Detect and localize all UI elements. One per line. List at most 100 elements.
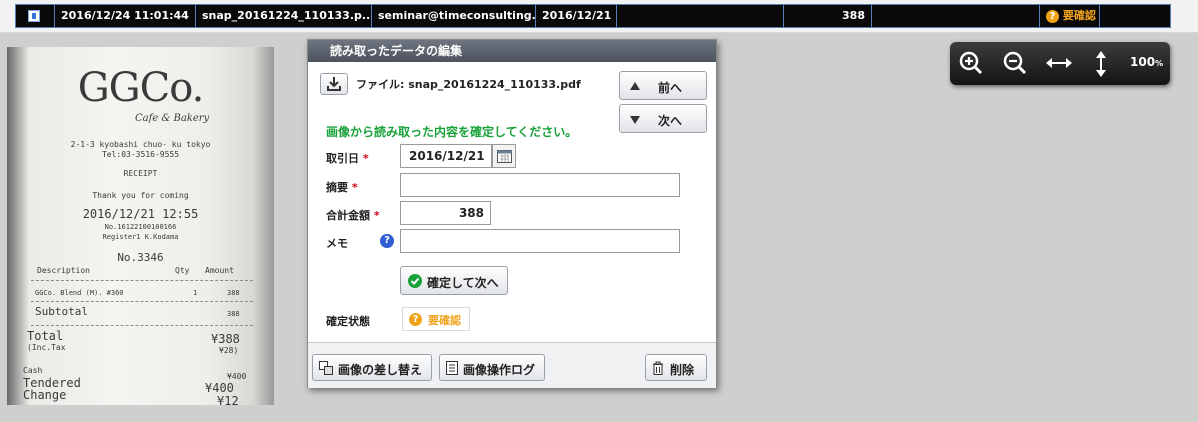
fit-width-button[interactable] xyxy=(1044,50,1074,76)
memo-input[interactable] xyxy=(400,229,680,253)
download-icon xyxy=(327,77,341,91)
fit-height-icon xyxy=(1096,51,1106,77)
summary-label-text: 摘要 xyxy=(326,181,348,194)
delete-button[interactable]: 削除 xyxy=(645,354,707,381)
zoom-level-unit: % xyxy=(1155,59,1164,68)
receipt-item-name: GGCo. Blend (M). #360 xyxy=(35,289,124,297)
receipt-label: RECEIPT xyxy=(123,169,158,178)
zoom-out-icon xyxy=(1003,51,1027,75)
receipt-total-label: Total xyxy=(27,329,64,343)
row-select-cell[interactable] xyxy=(16,5,54,27)
fit-height-button[interactable] xyxy=(1091,50,1111,77)
zoom-level-button[interactable]: 100% xyxy=(1130,55,1166,81)
total-label-text: 合計金額 xyxy=(326,209,370,222)
receipt-divider xyxy=(31,301,253,302)
zoom-in-icon xyxy=(959,51,983,75)
question-icon: ? xyxy=(1046,9,1059,23)
cell-date: 2016/12/21 xyxy=(535,5,616,27)
date-input[interactable]: 2016/12/21 xyxy=(400,144,492,168)
trash-icon xyxy=(653,361,663,375)
prev-button[interactable]: 前へ xyxy=(619,71,707,100)
fit-width-icon xyxy=(1046,58,1072,68)
zoom-level-value: 100 xyxy=(1130,55,1156,69)
document-icon xyxy=(28,10,40,22)
receipt-thanks: Thank you for coming xyxy=(92,191,189,200)
dialog-footer: 画像の差し替え 画像操作ログ 削除 xyxy=(308,342,716,388)
table-row[interactable]: 2016/12/24 11:01:44 snap_20161224_110133… xyxy=(15,4,1171,28)
receipt-col-qty: Qty xyxy=(175,266,190,275)
next-button[interactable]: 次へ xyxy=(619,104,707,133)
memo-label: メモ xyxy=(326,237,348,250)
replace-image-button[interactable]: 画像の差し替え xyxy=(312,354,432,381)
receipt-item-qty: 1 xyxy=(193,289,198,297)
receipt-tel: Tel:03-3516-9555 xyxy=(101,150,180,159)
receipt-item-amount: 388 xyxy=(227,289,240,297)
download-button[interactable] xyxy=(320,73,348,95)
cell-empty-2 xyxy=(871,5,1039,27)
status-text: 要確認 xyxy=(1062,9,1096,22)
cell-amount: 388 xyxy=(783,5,871,27)
table-area: 2016/12/24 11:01:44 snap_20161224_110133… xyxy=(0,0,1198,33)
receipt-divider xyxy=(31,325,253,326)
status-badge-text: 要確認 xyxy=(428,314,461,327)
receipt-number: No.16122100100166 xyxy=(104,223,177,231)
calendar-button[interactable] xyxy=(492,144,516,168)
receipt-subtotal-value: 388 xyxy=(227,310,240,318)
cell-datetime: 2016/12/24 11:01:44 xyxy=(54,5,195,27)
triangle-down-icon xyxy=(630,116,640,124)
zoom-toolbar: 100% xyxy=(950,42,1170,85)
required-mark: * xyxy=(373,209,380,222)
receipt-total-sub: (Inc.Tax xyxy=(27,343,66,352)
confirm-next-button[interactable]: 確定して次へ xyxy=(400,266,508,295)
image-log-button[interactable]: 画像操作ログ xyxy=(439,354,545,381)
cell-email: seminar@timeconsulting.jp xyxy=(371,5,535,27)
cell-empty-3 xyxy=(1099,5,1170,27)
summary-label: 摘要 * xyxy=(326,179,358,195)
delete-label: 削除 xyxy=(670,363,695,377)
receipt-total-tax: ¥28) xyxy=(219,346,239,355)
help-icon[interactable]: ? xyxy=(380,234,394,248)
receipt-change-label: Change xyxy=(23,388,67,402)
triangle-up-icon xyxy=(630,82,640,90)
confirm-next-label: 確定して次へ xyxy=(427,276,499,290)
status-badge: ? 要確認 xyxy=(402,307,470,331)
receipt-logo-sub: Cafe & Bakery xyxy=(135,113,210,124)
receipt-subtotal-label: Subtotal xyxy=(35,305,88,318)
receipt-cash-value: ¥400 xyxy=(227,372,247,381)
receipt-col-amount: Amount xyxy=(205,266,234,275)
question-icon: ? xyxy=(409,313,422,326)
summary-input[interactable] xyxy=(400,173,680,197)
calendar-icon xyxy=(497,150,512,163)
receipt-total-value: ¥388 xyxy=(211,332,240,346)
receipt-logo: GGCo. xyxy=(77,65,205,111)
cell-status: ? 要確認 xyxy=(1039,5,1099,27)
replace-image-icon xyxy=(319,361,333,375)
receipt-image: GGCo. Cafe & Bakery 2-1-3 kyobashi chuo-… xyxy=(7,47,274,405)
log-document-icon xyxy=(446,361,458,375)
cell-filename: snap_20161224_110133.p... xyxy=(195,5,371,27)
prev-label: 前へ xyxy=(658,81,683,95)
zoom-in-button[interactable] xyxy=(958,50,984,76)
receipt-cash-label: Cash xyxy=(23,366,43,375)
required-mark: * xyxy=(362,152,369,165)
dialog-title: 読み取ったデータの編集 xyxy=(308,40,716,62)
check-circle-icon xyxy=(408,274,422,288)
receipt-divider xyxy=(31,280,253,281)
receipt-tendered-value: ¥400 xyxy=(205,381,234,395)
receipt-address: 2-1-3 kyobashi chuo- ku tokyo xyxy=(70,140,211,149)
receipt-col-desc: Description xyxy=(37,266,90,275)
cell-empty-1 xyxy=(616,5,783,27)
next-label: 次へ xyxy=(658,114,683,128)
receipt-change-value: ¥12 xyxy=(217,394,239,405)
total-amount-input[interactable]: 388 xyxy=(400,201,491,225)
replace-image-label: 画像の差し替え xyxy=(338,363,423,377)
file-name: ファイル: snap_20161224_110133.pdf xyxy=(356,78,581,91)
required-mark: * xyxy=(351,181,358,194)
zoom-out-button[interactable] xyxy=(1002,50,1028,76)
receipt-datetime: 2016/12/21 12:55 xyxy=(82,207,199,221)
date-label: 取引日 * xyxy=(326,150,369,166)
receipt-no: No.3346 xyxy=(117,251,164,264)
edit-dialog: 読み取ったデータの編集 ファイル: snap_20161224_110133.p… xyxy=(307,39,717,388)
image-log-label: 画像操作ログ xyxy=(463,363,536,377)
instruction-text: 画像から読み取った内容を確定してください。 xyxy=(326,125,578,139)
